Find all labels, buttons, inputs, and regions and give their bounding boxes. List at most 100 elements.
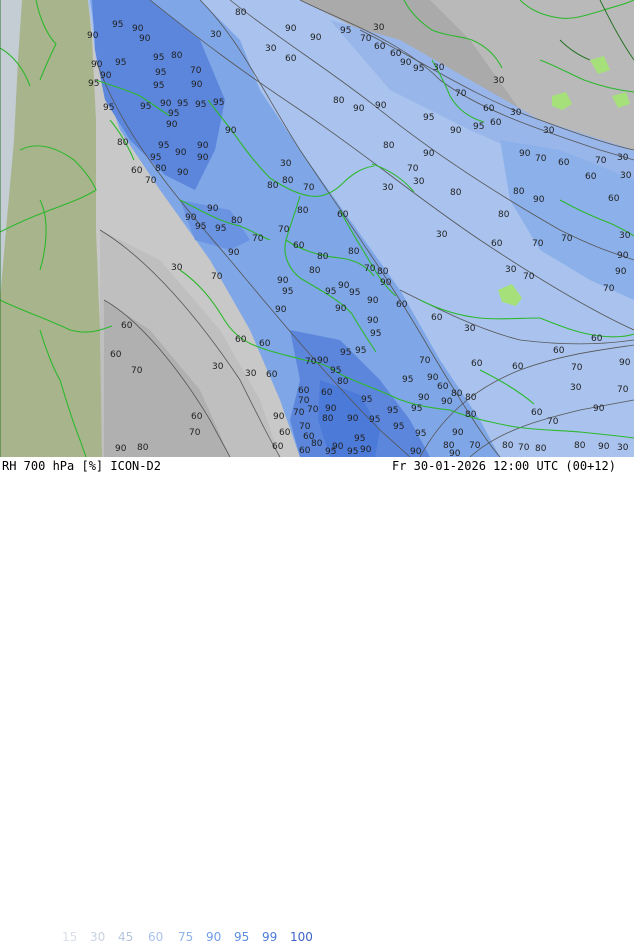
contour-label: 95	[369, 415, 380, 425]
contour-label: 80	[333, 96, 345, 106]
contour-label: 95	[140, 102, 151, 112]
contour-label: 80	[513, 187, 525, 197]
contour-label: 70	[131, 366, 143, 376]
contour-label: 60	[321, 388, 333, 398]
contour-label: 60	[235, 335, 247, 345]
contour-label: 90	[423, 149, 435, 159]
contour-label: 90	[225, 126, 237, 136]
contour-label: 30	[382, 183, 394, 193]
contour-label: 60	[191, 412, 203, 422]
contour-label: 70	[189, 428, 201, 438]
contour-label: 70	[407, 164, 419, 174]
footer-bar: RH 700 hPa [%] ICON-D2 Fr 30-01-2026 12:…	[0, 457, 634, 944]
contour-label: 90	[317, 356, 329, 366]
contour-label: 95	[155, 68, 166, 78]
contour-label: 90	[619, 358, 631, 368]
contour-label: 95	[153, 81, 164, 91]
contour-label: 95	[473, 122, 484, 132]
contour-label: 70	[603, 284, 615, 294]
contour-label: 90	[100, 71, 112, 81]
contour-label: 95	[282, 287, 293, 297]
contour-label: 90	[375, 101, 387, 111]
legend-value: 45	[118, 930, 134, 944]
contour-label: 90	[519, 149, 531, 159]
contour-label: 90	[175, 148, 187, 158]
contour-label: 60	[266, 370, 278, 380]
contour-label: 30	[433, 63, 445, 73]
contour-label: 70	[532, 239, 544, 249]
contour-label: 80	[117, 138, 129, 148]
contour-label: 80	[322, 414, 334, 424]
contour-label: 60	[431, 313, 443, 323]
legend-value: 90	[206, 930, 222, 944]
contour-label: 90	[410, 447, 422, 457]
contour-label: 70	[299, 422, 311, 432]
contour-label: 30	[505, 265, 517, 275]
contour-label: 80	[231, 216, 243, 226]
contour-label: 95	[325, 287, 336, 297]
contour-label: 90	[360, 445, 372, 455]
contour-label: 80	[465, 393, 477, 403]
contour-label: 60	[293, 241, 305, 251]
contour-label: 95	[215, 224, 226, 234]
contour-label: 95	[415, 429, 426, 439]
legend-value: 100	[290, 930, 313, 944]
contour-label: 60	[259, 339, 271, 349]
contour-label: 95	[340, 348, 351, 358]
contour-label: 80	[155, 164, 167, 174]
legend-value: 60	[148, 930, 164, 944]
contour-label: 95	[355, 346, 366, 356]
contour-label: 30	[617, 153, 629, 163]
contour-label: 70	[305, 357, 317, 367]
contour-label: 80	[535, 444, 547, 454]
contour-label: 60	[337, 210, 349, 220]
contour-label: 95	[158, 141, 169, 151]
contour-label: 90	[197, 153, 209, 163]
contour-label: 80	[137, 443, 149, 453]
contour-label: 80	[450, 188, 462, 198]
contour-label: 30	[619, 231, 631, 241]
contour-label: 80	[297, 206, 309, 216]
contour-label: 70	[595, 156, 607, 166]
contour-label: 30	[373, 23, 385, 33]
contour-label: 95	[88, 79, 99, 89]
contour-label: 90	[353, 104, 365, 114]
contour-label: 95	[168, 109, 179, 119]
contour-label: 90	[191, 80, 203, 90]
contour-label: 95	[153, 53, 164, 63]
contour-label: 90	[617, 251, 629, 261]
contour-label: 90	[87, 31, 99, 41]
contour-label: 90	[615, 267, 627, 277]
contour-label: 90	[132, 24, 144, 34]
contour-label: 70	[307, 405, 319, 415]
contour-label: 60	[272, 442, 284, 452]
legend-value: 75	[178, 930, 194, 944]
relative-humidity-map: 8095 9090 90 30909095 307060609095 3030608095…	[0, 0, 634, 457]
contour-label: 60	[471, 359, 483, 369]
contour-label: 60	[285, 54, 297, 64]
contour-label: 30	[617, 443, 629, 453]
legend-value: 99	[262, 930, 278, 944]
contour-label: 60	[396, 300, 408, 310]
contour-label: 70	[360, 34, 372, 44]
contour-label: 95	[195, 222, 206, 232]
contour-label: 30	[413, 177, 425, 187]
contour-label: 80	[337, 377, 349, 387]
contour-label: 90	[160, 99, 172, 109]
contour-label: 80	[309, 266, 321, 276]
contour-label: 60	[374, 42, 386, 52]
contour-label: 60	[531, 408, 543, 418]
contour-label: 60	[512, 362, 524, 372]
contour-label: 70	[455, 89, 467, 99]
contour-label: 95	[361, 395, 372, 405]
contour-label: 70	[252, 234, 264, 244]
contour-label: 70	[469, 441, 481, 451]
contour-label: 90	[367, 316, 379, 326]
contour-label: 80	[317, 252, 329, 262]
contour-label: 90	[347, 414, 359, 424]
contour-label: 95	[340, 26, 351, 36]
product-label: RH 700 hPa [%] ICON-D2	[2, 459, 161, 473]
contour-label: 90	[450, 126, 462, 136]
contour-label: 90	[367, 296, 379, 306]
contour-label: 95	[387, 406, 398, 416]
